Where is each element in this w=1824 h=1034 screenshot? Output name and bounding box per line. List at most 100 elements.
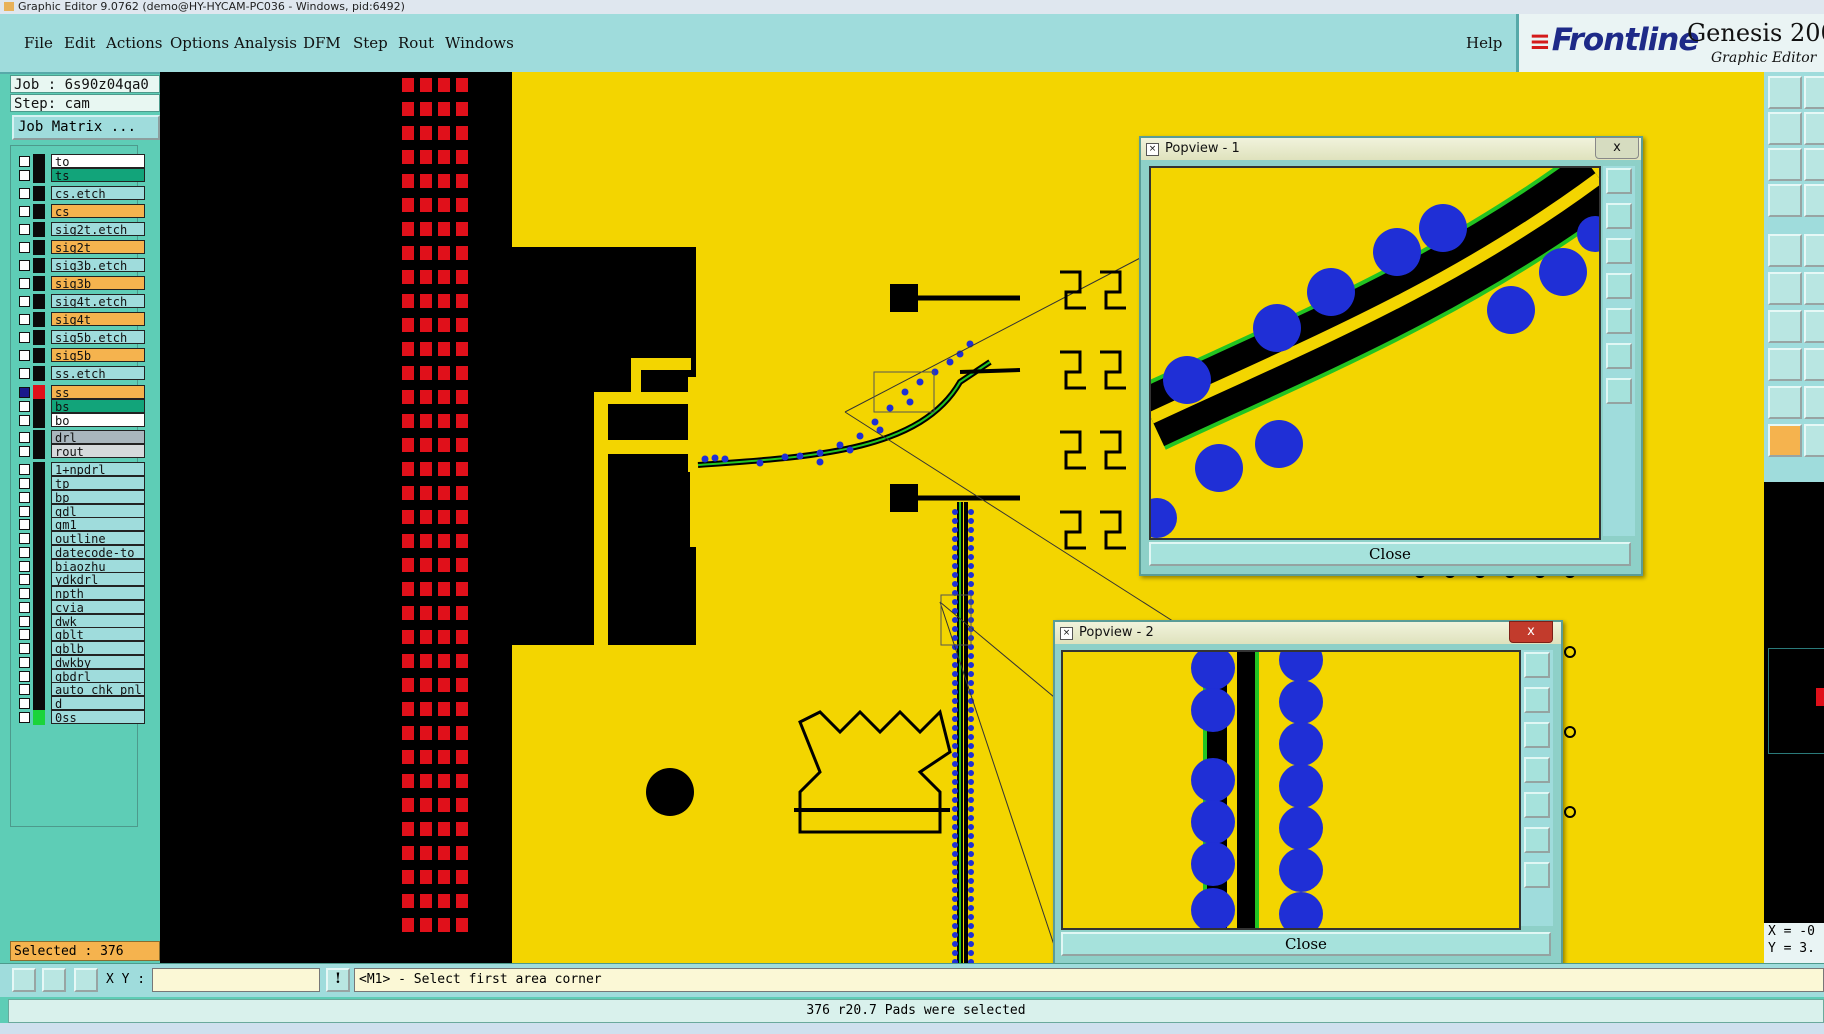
layer-checkbox[interactable] [19,446,30,457]
menu-file[interactable]: File [24,34,53,52]
tool-col2-6-icon[interactable] [1804,272,1824,305]
menu-windows[interactable]: Windows [445,34,514,52]
layer-checkbox[interactable] [19,350,30,361]
layer-checkbox[interactable] [19,387,30,398]
select-box-icon[interactable] [1768,348,1802,381]
layer-checkbox[interactable] [19,170,30,181]
tool-col2-9-icon[interactable] [1804,386,1824,419]
zoom-in-icon[interactable] [1606,203,1632,229]
pan-left-icon[interactable] [1606,273,1632,299]
popview-1-close-button[interactable]: Close [1149,542,1631,566]
layer-checkbox[interactable] [19,561,30,572]
popview-1-close-x[interactable]: x [1595,137,1639,159]
layer-checkbox[interactable] [19,368,30,379]
zoom-window-icon[interactable] [1524,827,1550,853]
pan-right-icon[interactable] [1606,308,1632,334]
layer-checkbox[interactable] [19,224,30,235]
pointer-icon[interactable] [1768,424,1802,457]
layer-checkbox[interactable] [19,643,30,654]
zoom-in-icon[interactable] [1524,687,1550,713]
center-icon[interactable] [1606,378,1632,404]
layer-checkbox[interactable] [19,519,30,530]
mini-map[interactable] [1764,482,1824,942]
layer-checkbox[interactable] [19,671,30,682]
layer-checkbox[interactable] [19,547,30,558]
popview-1[interactable]: × Popview - 1 x Close [1139,136,1643,576]
menu-analysis[interactable]: Analysis [234,34,297,52]
layer-checkbox[interactable] [19,242,30,253]
layer-checkbox[interactable] [19,588,30,599]
view-prev-icon[interactable] [1768,112,1802,145]
layer-checkbox[interactable] [19,712,30,723]
layer-checkbox[interactable] [19,314,30,325]
popview-1-view[interactable] [1149,166,1601,540]
palette-icon[interactable] [1768,184,1802,217]
via-pad [952,761,958,767]
popview-2-title-bar[interactable]: × Popview - 2 [1055,622,1561,644]
alert-icon[interactable]: ! [326,968,350,992]
layer-checkbox[interactable] [19,278,30,289]
menu-actions[interactable]: Actions [106,34,162,52]
layer-checkbox[interactable] [19,684,30,695]
layer-checkbox[interactable] [19,533,30,544]
zoom-out-icon[interactable] [1524,722,1550,748]
layer-checkbox[interactable] [19,296,30,307]
tool-col2-1-icon[interactable] [1804,76,1824,109]
layer-checkbox[interactable] [19,602,30,613]
layer-checkbox[interactable] [19,260,30,271]
menu-dfm[interactable]: DFM [303,34,341,52]
layer-checkbox[interactable] [19,332,30,343]
triangle-icon[interactable] [1768,386,1802,419]
tool-col2-4-icon[interactable] [1804,184,1824,217]
snap-grid-icon[interactable] [12,968,36,992]
layer-checkbox[interactable] [19,206,30,217]
layer-checkbox[interactable] [19,478,30,489]
grid-icon[interactable] [74,968,98,992]
layer-checkbox[interactable] [19,432,30,443]
net-icon[interactable] [1768,272,1802,305]
menu-edit[interactable]: Edit [64,34,95,52]
zoom-out-icon[interactable] [1606,238,1632,264]
menu-help[interactable]: Help [1466,34,1502,52]
measure-icon[interactable] [1768,310,1802,343]
zoom-fit-icon[interactable] [1524,652,1550,678]
menu-step[interactable]: Step [353,34,388,52]
layer-checkbox[interactable] [19,156,30,167]
angle-icon[interactable] [42,968,66,992]
tool-col2-7-icon[interactable] [1804,310,1824,343]
layer-checkbox[interactable] [19,629,30,640]
tool-col2-2-icon[interactable] [1804,112,1824,145]
layer-checkbox[interactable] [19,506,30,517]
layer-checkbox[interactable] [19,657,30,668]
pan-left-icon[interactable] [1524,757,1550,783]
popview-2-close-button[interactable]: Close [1061,932,1551,956]
layer-checkbox[interactable] [19,464,30,475]
popview-1-title-bar[interactable]: × Popview - 1 [1141,138,1641,160]
tool-col2-5-icon[interactable] [1804,234,1824,267]
menu-rout[interactable]: Rout [398,34,434,52]
xy-input[interactable] [152,968,320,992]
layer-checkbox[interactable] [19,616,30,627]
layer-checkbox[interactable] [19,492,30,503]
tool-col2-8-icon[interactable] [1804,348,1824,381]
tool-col2-10-icon[interactable] [1804,424,1824,457]
popview-2-view[interactable] [1061,650,1521,930]
zoom-window-icon[interactable] [1606,343,1632,369]
via-pad [952,626,958,632]
layer-checkbox[interactable] [19,574,30,585]
layer-checkbox[interactable] [19,401,30,412]
zoom-fit-icon[interactable] [1606,168,1632,194]
popview-2-close-x[interactable]: x [1509,621,1553,643]
pan-right-icon[interactable] [1524,792,1550,818]
center-icon[interactable] [1524,862,1550,888]
menu-options[interactable]: Options [170,34,229,52]
view-home-icon[interactable] [1768,76,1802,109]
popview-2[interactable]: × Popview - 2 x Close [1053,620,1563,968]
zoom-extents-icon[interactable] [1768,148,1802,181]
layer-checkbox[interactable] [19,698,30,709]
snap-icon[interactable] [1768,234,1802,267]
layer-checkbox[interactable] [19,188,30,199]
job-matrix-button[interactable]: Job Matrix ... [12,115,160,140]
layer-checkbox[interactable] [19,415,30,426]
tool-col2-3-icon[interactable] [1804,148,1824,181]
